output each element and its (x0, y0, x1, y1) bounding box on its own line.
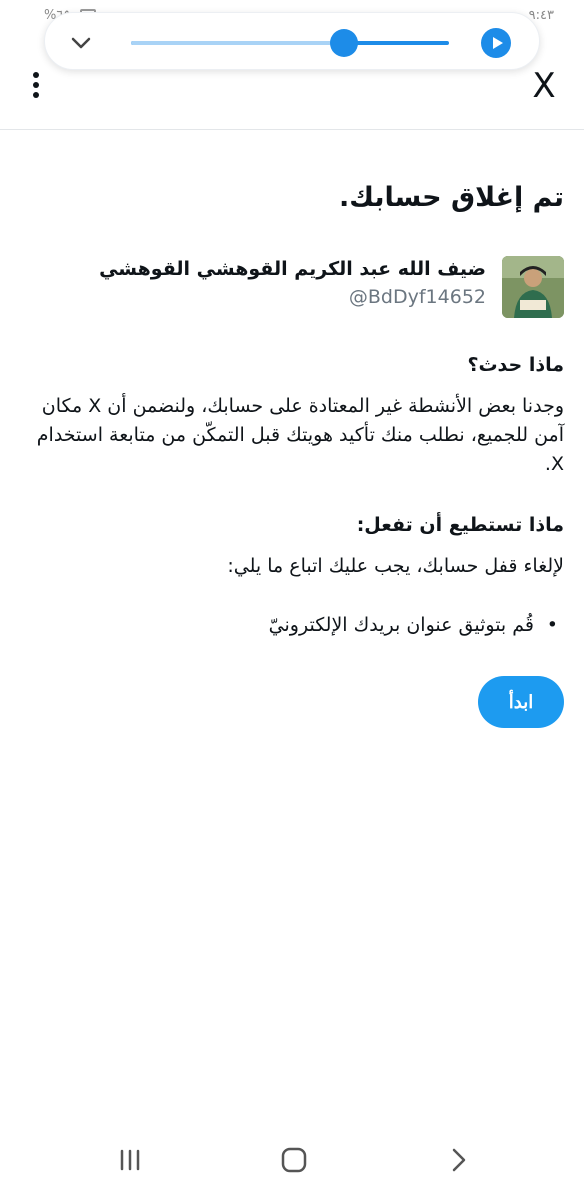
seek-bar-played (131, 41, 345, 45)
account-name: ضيف الله عبد الكريم القوهشي القوهشي (99, 258, 486, 280)
seek-thumb[interactable] (330, 29, 359, 57)
page-title: تم إغلاق حسابك. (338, 182, 564, 213)
list-item: قُم بتوثيق عنوان بريدك الإلكترونيّ (269, 614, 559, 636)
what-happened-heading: ماذا حدث؟ (467, 354, 564, 376)
home-button[interactable] (274, 1142, 314, 1178)
account-handle: @BdDyf14652 (348, 286, 486, 308)
what-happened-body: وجدنا بعض الأنشطة غير المعتادة على حسابك… (36, 395, 564, 475)
more-vertical-icon-dot (33, 92, 39, 98)
back-icon (452, 1148, 466, 1172)
chevron-down-icon (71, 37, 91, 49)
play-icon (493, 37, 503, 49)
more-vertical-icon-dot (33, 72, 39, 78)
close-button[interactable]: X (530, 66, 558, 106)
more-vertical-icon-dot (33, 82, 39, 88)
what-to-do-heading: ماذا تستطيع أن تفعل: (356, 514, 564, 536)
avatar (502, 256, 564, 318)
header: X (0, 58, 584, 130)
seek-bar[interactable] (131, 29, 449, 57)
recent-apps-icon (120, 1149, 140, 1171)
collapse-button[interactable] (67, 29, 95, 57)
play-button[interactable] (481, 28, 511, 58)
back-button[interactable] (438, 1142, 478, 1178)
system-nav-bar (0, 1120, 584, 1200)
home-icon (281, 1147, 307, 1173)
recent-apps-button[interactable] (110, 1142, 150, 1178)
avatar-image (502, 256, 564, 318)
start-button[interactable]: ابدأ (478, 676, 564, 728)
account-card: ضيف الله عبد الكريم القوهشي القوهشي @BdD… (20, 256, 564, 320)
more-options-button[interactable] (24, 68, 48, 104)
what-to-do-body: لإلغاء قفل حسابك، يجب عليك اتباع ما يلي: (227, 555, 564, 577)
